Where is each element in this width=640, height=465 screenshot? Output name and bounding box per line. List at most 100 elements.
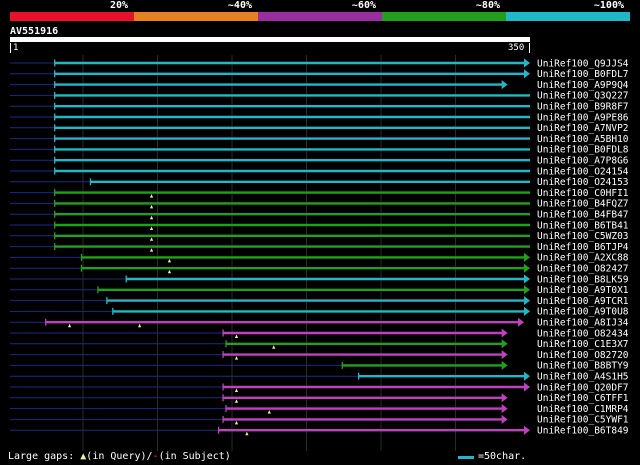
hit-row[interactable]: UniRef100_C1MRP4 bbox=[10, 404, 629, 415]
hit-row[interactable]: UniRef100_A7P8G6 bbox=[10, 156, 629, 167]
hit-row[interactable]: UniRef100_C5YWF1 bbox=[10, 415, 629, 426]
hit-row[interactable]: UniRef100_B0FDL8 bbox=[10, 145, 629, 156]
hit-label[interactable]: UniRef100_B0FDL7 bbox=[537, 69, 629, 80]
hit-row[interactable]: UniRef100_O82720 bbox=[10, 350, 629, 361]
hit-row[interactable]: UniRef100_O24154 bbox=[10, 166, 629, 177]
hit-end-arrow bbox=[501, 80, 508, 90]
hit-label[interactable]: UniRef100_A8IJ34 bbox=[537, 318, 629, 329]
alignment-plot: UniRef100_Q9JJS4UniRef100_B0FDL7UniRef10… bbox=[10, 55, 629, 451]
hit-row[interactable]: UniRef100_O82434 bbox=[10, 328, 629, 339]
hit-label[interactable]: UniRef100_B4FQZ7 bbox=[537, 199, 629, 210]
hit-label[interactable]: UniRef100_B9R8F7 bbox=[537, 102, 629, 113]
hit-label[interactable]: UniRef100_O24154 bbox=[537, 166, 629, 177]
hit-row[interactable]: UniRef100_B8BTY9 bbox=[10, 361, 629, 372]
query-ruler bbox=[10, 37, 530, 42]
hit-label[interactable]: UniRef100_B8BTY9 bbox=[537, 361, 629, 372]
hit-label[interactable]: UniRef100_B6T849 bbox=[537, 426, 629, 437]
footer-gaps-legend: Large gaps: ▲(in Query)/-(in Subject) bbox=[8, 451, 231, 462]
hit-label[interactable]: UniRef100_A9P9Q4 bbox=[537, 80, 629, 91]
hit-label[interactable]: UniRef100_Q20DF7 bbox=[537, 382, 629, 393]
hit-end-arrow bbox=[524, 306, 530, 316]
hit-label[interactable]: UniRef100_A7P8G6 bbox=[537, 156, 629, 167]
hit-label[interactable]: UniRef100_B0FDL8 bbox=[537, 145, 629, 156]
hit-label[interactable]: UniRef100_B8LK59 bbox=[537, 274, 629, 285]
hit-row[interactable]: UniRef100_A7NVP2 bbox=[10, 123, 629, 134]
hit-label[interactable]: UniRef100_O24153 bbox=[537, 177, 629, 188]
gap-marker bbox=[234, 356, 239, 360]
gap-marker bbox=[234, 399, 239, 403]
hit-row[interactable]: UniRef100_C6TFF1 bbox=[10, 393, 629, 404]
hit-label[interactable]: UniRef100_A2XC88 bbox=[537, 253, 629, 264]
hit-label[interactable]: UniRef100_A4S1H5 bbox=[537, 372, 629, 383]
hit-label[interactable]: UniRef100_O82434 bbox=[537, 328, 629, 339]
scale-label: ~40% bbox=[227, 0, 252, 11]
hit-row[interactable]: UniRef100_B6TJP4 bbox=[10, 242, 629, 253]
in-subject-label: (in Subject) bbox=[158, 451, 231, 462]
scale-label: 20% bbox=[109, 0, 128, 11]
hit-end-arrow bbox=[518, 317, 525, 327]
gap-marker bbox=[149, 248, 154, 252]
in-query-label: (in Query)/ bbox=[86, 451, 153, 462]
hit-label[interactable]: UniRef100_A7NVP2 bbox=[537, 123, 629, 134]
hit-row[interactable]: UniRef100_C1E3X7 bbox=[10, 339, 629, 350]
hit-label[interactable]: UniRef100_A9T0U8 bbox=[537, 307, 629, 318]
hit-label[interactable]: UniRef100_C0HFI1 bbox=[537, 188, 629, 199]
hit-label[interactable]: UniRef100_C5WZ03 bbox=[537, 231, 629, 242]
hit-label[interactable]: UniRef100_Q3Q227 bbox=[537, 91, 629, 102]
hit-row[interactable]: UniRef100_B6TB41 bbox=[10, 220, 629, 231]
scale-swatch bbox=[458, 456, 474, 459]
hit-label[interactable]: UniRef100_C6TFF1 bbox=[537, 393, 629, 404]
hit-row[interactable]: UniRef100_A2XC88 bbox=[10, 253, 629, 264]
hit-row[interactable]: UniRef100_B6T849 bbox=[10, 426, 629, 437]
hit-label[interactable]: UniRef100_O82720 bbox=[537, 350, 629, 361]
hit-label[interactable]: UniRef100_B4FB47 bbox=[537, 210, 629, 221]
ruler-start-label: 1 bbox=[13, 43, 19, 53]
hit-row[interactable]: UniRef100_A9T0X1 bbox=[10, 285, 629, 296]
gaps-label: Large gaps: bbox=[8, 451, 75, 462]
gap-marker bbox=[149, 226, 154, 230]
hit-row[interactable]: UniRef100_O82427 bbox=[10, 264, 629, 275]
hit-row[interactable]: UniRef100_A9P9Q4 bbox=[10, 80, 629, 91]
gap-marker bbox=[245, 431, 249, 436]
hit-row[interactable]: UniRef100_A4S1H5 bbox=[10, 372, 629, 383]
gap-marker bbox=[67, 323, 72, 328]
hit-label[interactable]: UniRef100_O82427 bbox=[537, 264, 629, 275]
hit-label[interactable]: UniRef100_B6TB41 bbox=[537, 220, 629, 231]
hit-row[interactable]: UniRef100_B9R8F7 bbox=[10, 102, 629, 113]
hit-label[interactable]: UniRef100_A9PE86 bbox=[537, 112, 629, 123]
hit-label[interactable]: UniRef100_C1E3X7 bbox=[537, 339, 629, 350]
hit-row[interactable]: UniRef100_B0FDL7 bbox=[10, 69, 629, 80]
hit-row[interactable]: UniRef100_A5BH10 bbox=[10, 134, 629, 145]
hit-label[interactable]: UniRef100_A5BH10 bbox=[537, 134, 629, 145]
scale-label: ~60% bbox=[351, 0, 376, 11]
gap-marker bbox=[149, 204, 154, 209]
hit-row[interactable]: UniRef100_Q3Q227 bbox=[10, 91, 629, 102]
scale-segment bbox=[382, 12, 506, 21]
hit-rows: UniRef100_Q9JJS4UniRef100_B0FDL7UniRef10… bbox=[10, 58, 629, 437]
hit-row[interactable]: UniRef100_Q9JJS4 bbox=[10, 58, 629, 69]
hit-label[interactable]: UniRef100_A9T0X1 bbox=[537, 285, 629, 296]
gap-marker bbox=[138, 323, 142, 328]
hit-row[interactable]: UniRef100_C0HFI1 bbox=[10, 188, 629, 199]
hit-row[interactable]: UniRef100_A8IJ34 bbox=[10, 318, 629, 329]
gap-marker bbox=[272, 345, 276, 349]
hit-label[interactable]: UniRef100_C1MRP4 bbox=[537, 404, 629, 415]
hit-row[interactable]: UniRef100_B4FB47 bbox=[10, 210, 629, 221]
hit-label[interactable]: UniRef100_A9TCR1 bbox=[537, 296, 629, 307]
hit-row[interactable]: UniRef100_Q20DF7 bbox=[10, 382, 629, 393]
hit-end-arrow bbox=[524, 371, 530, 381]
gap-marker bbox=[149, 215, 154, 220]
hit-label[interactable]: UniRef100_Q9JJS4 bbox=[537, 58, 629, 69]
hit-label[interactable]: UniRef100_C5YWF1 bbox=[537, 415, 629, 426]
scale-segment bbox=[10, 12, 134, 21]
hit-row[interactable]: UniRef100_A9TCR1 bbox=[10, 296, 629, 307]
hit-row[interactable]: UniRef100_O24153 bbox=[10, 177, 629, 188]
gap-marker bbox=[234, 334, 239, 338]
hit-row[interactable]: UniRef100_C5WZ03 bbox=[10, 231, 629, 242]
hit-row[interactable]: UniRef100_B8LK59 bbox=[10, 274, 629, 285]
hit-row[interactable]: UniRef100_A9PE86 bbox=[10, 112, 629, 123]
hit-end-arrow bbox=[524, 69, 530, 79]
hit-label[interactable]: UniRef100_B6TJP4 bbox=[537, 242, 629, 253]
hit-row[interactable]: UniRef100_A9T0U8 bbox=[10, 307, 629, 318]
hit-row[interactable]: UniRef100_B4FQZ7 bbox=[10, 199, 629, 210]
